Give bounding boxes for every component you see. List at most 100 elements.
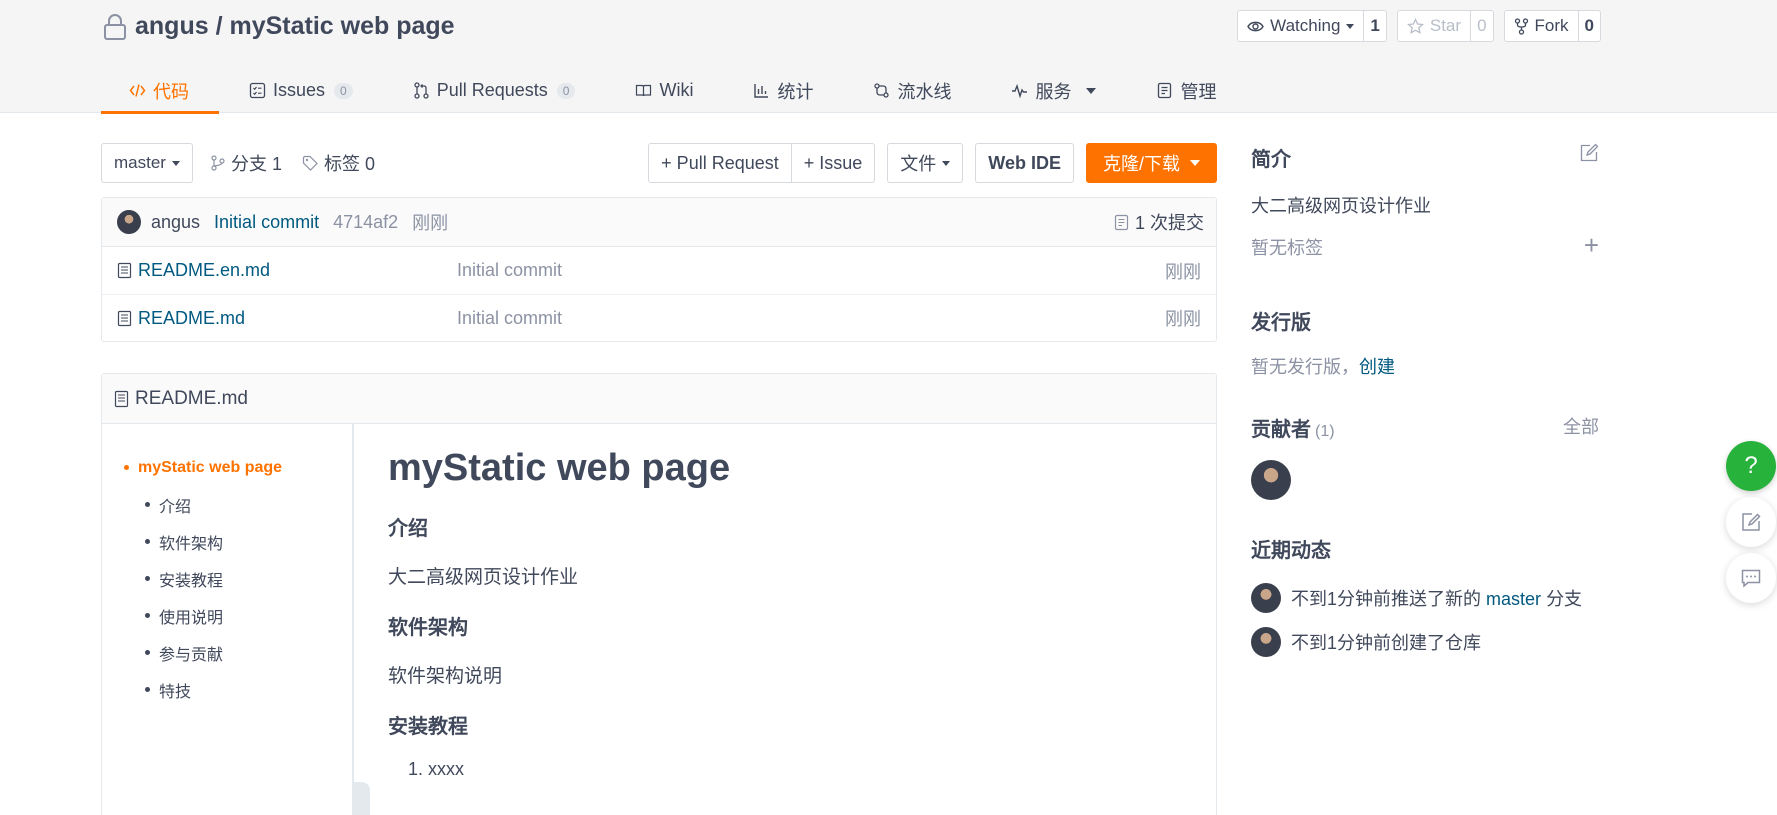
tab-manage[interactable]: 管理	[1126, 68, 1246, 113]
new-issue-button[interactable]: + Issue	[790, 144, 875, 182]
toc-label: 特技	[159, 683, 192, 701]
toc-item[interactable]: 安装教程	[102, 560, 352, 597]
chevron-down-icon	[1086, 87, 1097, 94]
chat-icon	[1741, 569, 1761, 588]
repo-name-link[interactable]: myStatic web page	[229, 12, 454, 40]
edit-icon[interactable]	[1579, 143, 1599, 163]
avatar[interactable]	[1251, 583, 1281, 613]
bullet-icon	[145, 687, 150, 692]
stats-icon	[754, 84, 769, 98]
file-icon	[117, 310, 132, 326]
watch-count[interactable]: 1	[1363, 11, 1385, 41]
tab-wiki[interactable]: Wiki	[605, 68, 723, 113]
no-release-text: 暂无发行版，	[1251, 357, 1359, 377]
about-heading: 简介	[1251, 143, 1599, 172]
avatar[interactable]	[1251, 460, 1291, 500]
tab-label: 管理	[1180, 81, 1217, 102]
tab-label: 统计	[777, 81, 814, 102]
release-heading-label: 发行版	[1251, 312, 1311, 334]
branch-link[interactable]: master	[1486, 589, 1541, 609]
readme-heading-architecture: 软件架构	[388, 617, 468, 639]
branch-name: master	[114, 153, 166, 172]
chat-button[interactable]	[1726, 553, 1776, 603]
contributors-list	[1251, 460, 1599, 500]
file-link[interactable]: README.md	[117, 308, 457, 329]
tab-label: Issues	[273, 80, 326, 100]
toc-label: 参与贡献	[159, 646, 224, 664]
avatar[interactable]	[117, 210, 141, 234]
commits-icon	[1114, 214, 1129, 230]
toc-item[interactable]: myStatic web page	[102, 449, 352, 486]
readme-install-list: 1. xxxx	[408, 759, 1196, 780]
feedback-button[interactable]	[1726, 497, 1776, 547]
fork-label: Fork	[1534, 16, 1569, 35]
readme-heading-intro: 介绍	[388, 518, 428, 540]
fork-button[interactable]: Fork 0	[1503, 10, 1601, 42]
clone-download-button[interactable]: 克隆/下载	[1085, 143, 1217, 183]
file-name: README.md	[138, 307, 246, 328]
issues-icon	[249, 82, 266, 99]
star-label: Star	[1429, 16, 1462, 35]
toc-item[interactable]: 使用说明	[102, 597, 352, 634]
bullet-icon	[145, 576, 150, 581]
toc-label: 使用说明	[159, 609, 224, 627]
toc-item[interactable]: 特技	[102, 671, 352, 708]
plus-icon[interactable]: +	[1584, 232, 1599, 258]
file-commit-message[interactable]: Initial commit	[457, 260, 562, 281]
activity-text: 不到1分钟前推送了新的 master 分支	[1291, 585, 1582, 611]
branch-select[interactable]: master	[101, 143, 193, 183]
lock-icon	[104, 14, 126, 40]
eye-icon	[1247, 21, 1264, 31]
tab-service[interactable]: 服务	[981, 68, 1126, 113]
branches-link[interactable]: 分支 1	[211, 150, 282, 176]
readme-architecture-text: 软件架构说明	[388, 666, 503, 687]
tab-issues[interactable]: Issues 0	[219, 68, 383, 113]
tags-link[interactable]: 标签 0	[302, 150, 375, 176]
avatar[interactable]	[1251, 627, 1281, 657]
file-commit-message[interactable]: Initial commit	[457, 308, 562, 329]
fork-count[interactable]: 0	[1577, 11, 1600, 41]
repo-owner-link[interactable]: angus	[135, 12, 209, 40]
tab-stats[interactable]: 统计	[723, 68, 843, 113]
list-item: 1. xxxx	[408, 759, 465, 779]
repo-title-separator: /	[215, 12, 223, 40]
watch-button[interactable]: Watching 1	[1237, 10, 1387, 42]
tab-code[interactable]: 代码	[101, 68, 219, 114]
help-button[interactable]: ?	[1726, 441, 1776, 491]
create-release-link[interactable]: 创建	[1359, 357, 1395, 377]
all-contributors-link[interactable]: 全部	[1563, 413, 1599, 439]
tab-label: 流水线	[897, 81, 952, 102]
activity-suffix: 分支	[1546, 589, 1583, 609]
new-pull-request-button[interactable]: + Pull Request	[649, 144, 791, 182]
commit-count: 1 次提交	[1134, 213, 1204, 233]
branch-info: 分支 1 标签 0	[211, 143, 375, 183]
commit-message[interactable]: Initial commit	[214, 212, 319, 233]
file-link[interactable]: README.en.md	[117, 260, 457, 281]
commit-sha[interactable]: 4714af2	[333, 212, 398, 233]
files-dropdown-button[interactable]: 文件	[887, 143, 964, 183]
star-count[interactable]: 0	[1470, 11, 1492, 41]
help-icon: ?	[1744, 452, 1758, 479]
tags-row: 暂无标签 +	[1251, 232, 1599, 260]
toc-collapse-handle[interactable]	[354, 782, 370, 815]
toc-item[interactable]: 介绍	[102, 486, 352, 523]
tab-pull-requests[interactable]: Pull Requests 0	[383, 68, 606, 113]
branch-icon	[211, 155, 225, 171]
service-icon	[1012, 83, 1028, 99]
commit-count-link[interactable]: 1 次提交	[1114, 209, 1204, 235]
web-ide-button[interactable]: Web IDE	[975, 143, 1074, 183]
clone-label: 克隆/下载	[1102, 154, 1180, 174]
tab-pipeline[interactable]: 流水线	[843, 68, 981, 113]
chevron-down-icon	[1190, 160, 1200, 166]
readme-filename: README.md	[135, 387, 248, 409]
star-button[interactable]: Star 0	[1396, 10, 1494, 42]
toc-item[interactable]: 软件架构	[102, 523, 352, 560]
toc-item[interactable]: 参与贡献	[102, 634, 352, 671]
readme-intro-text: 大二高级网页设计作业	[388, 567, 579, 588]
readme-title: myStatic web page	[388, 447, 731, 489]
readme-panel: README.md myStatic web page 介绍 软件架构 安装教程…	[101, 373, 1217, 815]
chevron-down-icon	[171, 160, 180, 166]
commit-author[interactable]: angus	[151, 212, 200, 233]
pull-requests-count-badge: 0	[556, 82, 576, 99]
bullet-icon	[145, 650, 150, 655]
